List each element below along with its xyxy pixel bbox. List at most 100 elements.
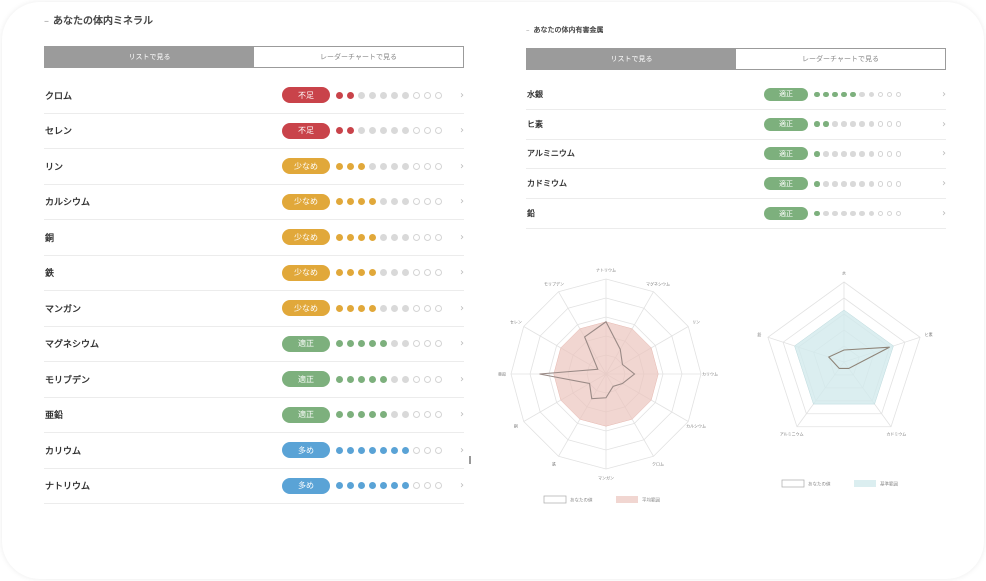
list-item[interactable]: 銅 少なめ ›: [44, 220, 464, 256]
chevron-right-icon[interactable]: ›: [460, 196, 464, 207]
tab-radar[interactable]: レーダーチャートで見る: [736, 49, 945, 69]
level-dot-filled: [380, 482, 387, 490]
level-dot-filled: [814, 91, 820, 98]
chevron-right-icon[interactable]: ›: [460, 267, 464, 278]
axis-label: アルミニウム: [780, 431, 804, 437]
level-dot-empty: [424, 340, 431, 348]
item-name: 銅: [45, 233, 55, 244]
axis-label: マグネシウム: [646, 280, 670, 286]
level-dot-empty: [868, 91, 875, 98]
chevron-right-icon[interactable]: ›: [460, 445, 464, 456]
level-dot-empty: [380, 91, 387, 99]
level-dot-filled: [336, 269, 343, 277]
list-item[interactable]: カルシウム 少なめ ›: [44, 185, 464, 220]
level-dot-empty: [850, 181, 856, 187]
list-item[interactable]: セレン 不足 ›: [44, 114, 464, 149]
item-name: クロム: [45, 91, 73, 102]
level-dot-filled: [841, 91, 847, 98]
level-dot-empty: [868, 210, 875, 217]
level-dot-empty: [402, 233, 409, 241]
tab-list[interactable]: リストで見る: [45, 47, 254, 67]
level-dot-filled: [814, 181, 820, 187]
item-name: カリウム: [45, 446, 82, 457]
level-dot-filled: [347, 269, 354, 277]
list-item[interactable]: ヒ素 適正 ›: [526, 110, 946, 140]
list-item[interactable]: 亜鉛 適正 ›: [44, 398, 464, 433]
legend-label-reference: 平均範囲: [642, 497, 660, 504]
reference-area: [794, 309, 894, 405]
level-dot-empty: [877, 181, 884, 187]
list-item[interactable]: クロム 不足 ›: [44, 78, 464, 114]
list-item[interactable]: ナトリウム 多め ›: [44, 469, 464, 504]
level-dot-empty: [859, 91, 865, 98]
axis-label: ナトリウム: [596, 267, 616, 273]
level-dot-empty: [391, 411, 398, 419]
list-item[interactable]: マンガン 少なめ ›: [44, 291, 464, 327]
level-dot-empty: [413, 446, 420, 454]
status-badge: 不足: [282, 87, 330, 104]
chevron-right-icon[interactable]: ›: [460, 409, 464, 420]
chevron-right-icon[interactable]: ›: [460, 338, 464, 349]
axis-label: 鉄: [552, 461, 556, 467]
level-dot-filled: [336, 304, 343, 312]
tab-list[interactable]: リストで見る: [527, 49, 736, 69]
level-dot-empty: [402, 91, 409, 99]
level-dot-empty: [424, 482, 431, 490]
list-item[interactable]: モリブデン 適正 ›: [44, 362, 464, 398]
level-dot-filled: [380, 411, 387, 419]
chevron-right-icon[interactable]: ›: [460, 374, 464, 385]
heavy-metals-panel: – あなたの体内有害金属 リストで見る レーダーチャートで見る 水銀 適正 › ヒ素 適正…: [526, 22, 946, 229]
chevron-right-icon[interactable]: ›: [942, 89, 946, 100]
status-badge: 多め: [282, 477, 330, 494]
level-dot-empty: [823, 151, 829, 157]
level-dot-filled: [358, 482, 365, 490]
item-name: マンガン: [45, 304, 82, 315]
level-dot-empty: [435, 482, 442, 490]
level-dot-filled: [358, 375, 365, 383]
chevron-right-icon[interactable]: ›: [942, 208, 946, 219]
list-item[interactable]: マグネシウム 適正 ›: [44, 327, 464, 362]
level-dot-empty: [391, 233, 398, 241]
level-dot-empty: [358, 91, 365, 99]
level-dot-empty: [402, 162, 409, 170]
scrollbar-thumb[interactable]: [469, 456, 471, 464]
status-badge: 少なめ: [282, 229, 330, 246]
list-item[interactable]: アルミニウム 適正 ›: [526, 140, 946, 170]
level-dots: [336, 127, 442, 135]
list-item[interactable]: カリウム 多め ›: [44, 433, 464, 469]
tab-radar[interactable]: レーダーチャートで見る: [254, 47, 463, 67]
list-item[interactable]: 水銀 適正 ›: [526, 80, 946, 110]
level-dot-filled: [380, 340, 387, 348]
chevron-right-icon[interactable]: ›: [460, 90, 464, 101]
status-badge: 少なめ: [282, 264, 330, 281]
status-badge: 適正: [764, 177, 808, 191]
chevron-right-icon[interactable]: ›: [460, 480, 464, 491]
level-dot-empty: [413, 162, 420, 170]
title-dash: –: [44, 16, 49, 27]
minerals-panel: – あなたの体内ミネラル リストで見る レーダーチャートで見る クロム 不足 › セレン…: [44, 14, 464, 504]
item-name: 水銀: [527, 89, 543, 99]
list-item[interactable]: 鉛 適正 ›: [526, 199, 946, 229]
list-item[interactable]: カドミウム 適正 ›: [526, 169, 946, 200]
chevron-right-icon[interactable]: ›: [460, 125, 464, 136]
chevron-right-icon[interactable]: ›: [460, 161, 464, 172]
level-dot-empty: [895, 181, 902, 187]
chevron-right-icon[interactable]: ›: [942, 148, 946, 159]
chevron-right-icon[interactable]: ›: [942, 178, 946, 189]
item-name: 亜鉛: [45, 411, 64, 422]
level-dot-empty: [413, 304, 420, 312]
chevron-right-icon[interactable]: ›: [460, 232, 464, 243]
level-dot-empty: [435, 233, 442, 241]
list-item[interactable]: 鉄 少なめ ›: [44, 256, 464, 291]
level-dots: [814, 91, 902, 98]
level-dot-empty: [859, 181, 865, 187]
chevron-right-icon[interactable]: ›: [942, 119, 946, 130]
list-item[interactable]: リン 少なめ ›: [44, 149, 464, 185]
level-dot-filled: [369, 411, 376, 419]
level-dot-empty: [435, 340, 442, 348]
chevron-right-icon[interactable]: ›: [460, 303, 464, 314]
level-dot-filled: [336, 375, 343, 383]
level-dots: [336, 233, 442, 241]
level-dot-filled: [369, 340, 376, 348]
level-dot-filled: [391, 482, 398, 490]
